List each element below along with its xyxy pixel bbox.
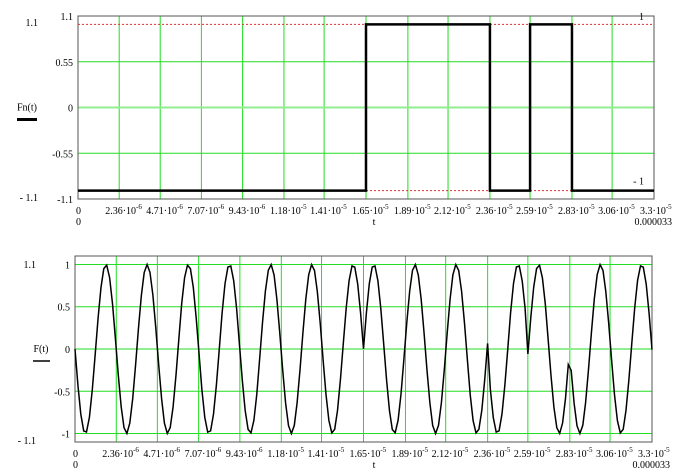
marker-label: 1	[639, 12, 644, 23]
y-tick-label: 1	[65, 260, 70, 271]
y-outer-min-label: - 1.1	[18, 436, 36, 447]
y-tick-label: 0.55	[56, 58, 74, 69]
x-tick-label: 0	[73, 449, 78, 460]
y-tick-label: -1.1	[57, 195, 73, 206]
x-tick-label: 7.07·10-6	[185, 446, 222, 460]
y-outer-max-label: 1.1	[26, 18, 39, 29]
y-tick-label: 0.5	[58, 303, 71, 314]
x-max-label: 0.000033	[633, 460, 671, 470]
y-tick-label: -1	[62, 430, 70, 441]
y-tick-label: -0.55	[52, 149, 73, 160]
x-tick-label: 2.12·10-5	[432, 446, 469, 460]
x-tick-label: 2.12·10-5	[434, 203, 471, 217]
x-min-label: 0	[73, 460, 78, 470]
x-tick-label: 1.65·10-5	[350, 446, 387, 460]
marker-label: - 1	[633, 177, 644, 188]
x-tick-label: 1.41·10-5	[310, 203, 347, 217]
y-tick-label: 0	[65, 345, 70, 356]
x-tick-label: 3.3·10-5	[638, 446, 670, 460]
x-tick-label: 0	[76, 206, 81, 217]
x-tick-label: 1.89·10-5	[391, 446, 428, 460]
x-axis-label: t	[373, 217, 376, 228]
chart-fn: 1 - 1 1.1 0.55 0 -0.55 -1.1 1.1 - 1.1 Fn(t) 0 2.36·…	[17, 12, 672, 228]
x-tick-label: 2.83·10-5	[556, 446, 593, 460]
x-axis-label: t	[373, 460, 376, 470]
chart-f: 1 0.5 0 -0.5 -1 1.1 - 1.1 F(t) 0 2.36·10-6 4.71·10…	[18, 255, 671, 470]
x-tick-label: 1.65·10-5	[352, 203, 389, 217]
x-tick-label: 2.36·10-6	[105, 203, 142, 217]
x-tick-label: 4.71·10-6	[143, 446, 180, 460]
x-max-label: 0.000033	[635, 217, 673, 228]
y-tick-label: -0.5	[54, 387, 70, 398]
x-tick-label: 7.07·10-6	[187, 203, 224, 217]
x-tick-label: 9.43·10-6	[226, 446, 263, 460]
y-outer-max-label: 1.1	[24, 260, 37, 271]
y-outer-min-label: - 1.1	[20, 193, 38, 204]
y-axis-label: Fn(t)	[17, 103, 37, 114]
x-tick-label: 1.41·10-5	[308, 446, 345, 460]
x-tick-label: 1.18·10-5	[270, 203, 307, 217]
x-tick-label: 9.43·10-6	[229, 203, 266, 217]
x-tick-label: 1.18·10-5	[267, 446, 304, 460]
y-axis-label: F(t)	[34, 344, 49, 355]
x-tick-label: 2.36·10-6	[102, 446, 139, 460]
plots: 1 - 1 1.1 0.55 0 -0.55 -1.1 1.1 - 1.1 Fn(t) 0 2.36·…	[17, 12, 672, 470]
x-tick-label: 1.89·10-5	[394, 203, 431, 217]
y-tick-label: 1.1	[61, 12, 74, 23]
x-tick-label: 2.59·10-5	[514, 446, 551, 460]
x-tick-label: 2.83·10-5	[558, 203, 595, 217]
x-tick-label: 3.06·10-5	[596, 446, 633, 460]
x-min-label: 0	[76, 217, 81, 228]
x-tick-label: 3.06·10-5	[598, 203, 635, 217]
x-tick-label: 2.59·10-5	[516, 203, 553, 217]
x-tick-label: 2.36·10-5	[476, 203, 513, 217]
x-tick-label: 3.3·10-5	[640, 203, 672, 217]
x-tick-label: 4.71·10-6	[146, 203, 183, 217]
x-tick-label: 2.36·10-5	[474, 446, 511, 460]
y-tick-label: 0	[68, 104, 73, 115]
